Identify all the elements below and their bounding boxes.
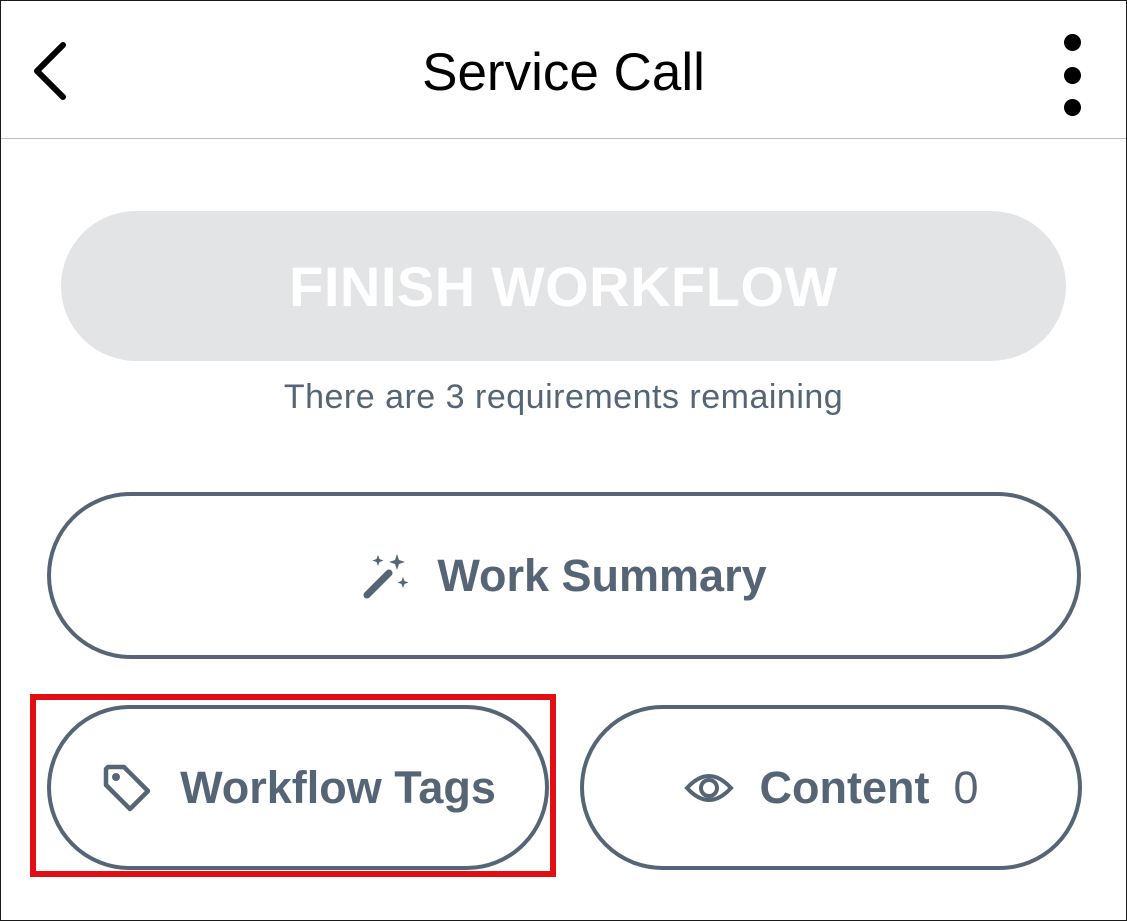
- page-title: Service Call: [422, 43, 705, 102]
- tag-icon: [100, 761, 154, 815]
- eye-icon: [683, 768, 734, 808]
- more-dot: [1063, 99, 1081, 116]
- workflow-tags-button[interactable]: Workflow Tags: [47, 705, 549, 870]
- content-button[interactable]: Content 0: [580, 705, 1082, 870]
- content-count: 0: [953, 761, 979, 813]
- more-options-button[interactable]: [1045, 29, 1099, 121]
- back-button[interactable]: [19, 37, 79, 109]
- workflow-tags-label: Workflow Tags: [180, 761, 496, 813]
- finish-workflow-label: FINISH WORKFLOW: [289, 254, 838, 318]
- more-dot: [1063, 66, 1081, 84]
- magic-wand-icon: [361, 551, 411, 601]
- content-label: Content: [759, 761, 930, 813]
- header-bar: Service Call: [1, 1, 1126, 139]
- chevron-left-icon: [29, 39, 69, 108]
- requirements-remaining-text: There are 3 requirements remaining: [283, 378, 844, 416]
- finish-workflow-button[interactable]: FINISH WORKFLOW: [61, 211, 1066, 361]
- work-summary-button[interactable]: Work Summary: [47, 492, 1081, 659]
- more-vertical-icon: [1063, 34, 1081, 51]
- work-summary-label: Work Summary: [437, 549, 767, 601]
